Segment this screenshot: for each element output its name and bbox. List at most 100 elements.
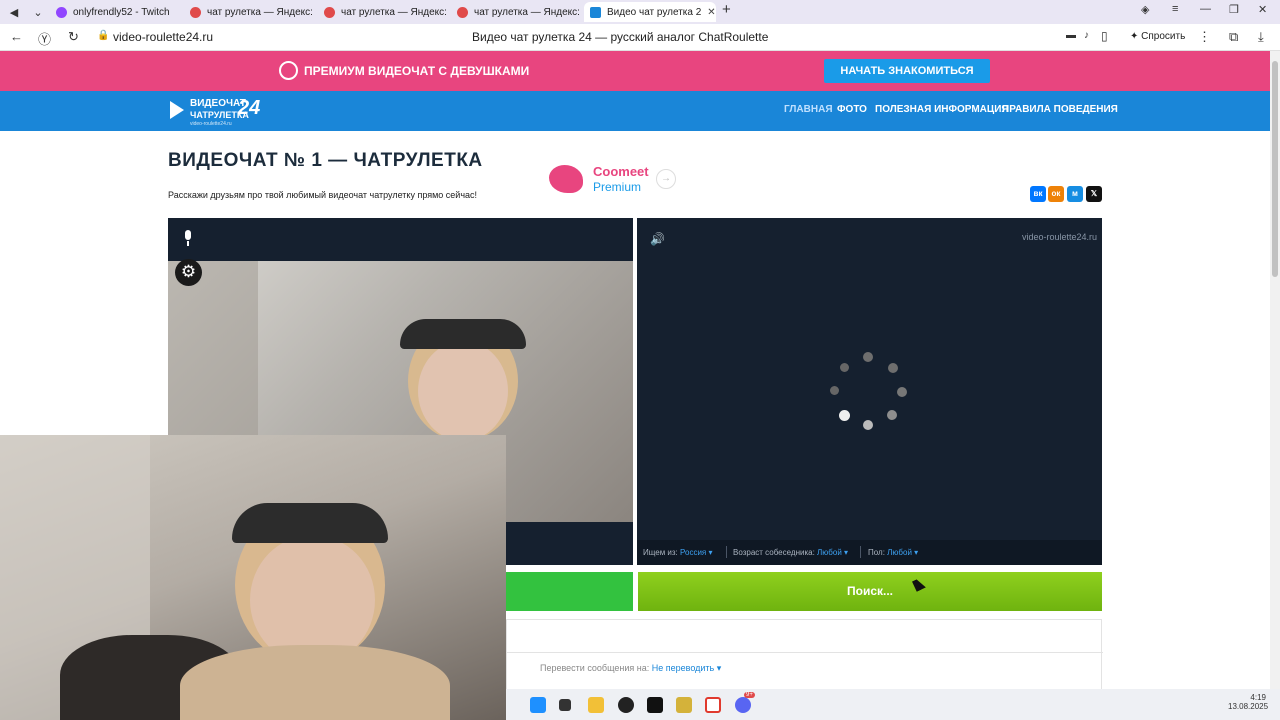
bookmark-icon[interactable]: ▯ xyxy=(1101,29,1108,43)
age-filter[interactable]: Возраст собеседника: Любой ▾ xyxy=(733,548,848,557)
clock-date: 13.08.2025 xyxy=(1228,702,1269,711)
yandex-icon xyxy=(190,6,201,18)
ask-button[interactable]: ✦ Спросить xyxy=(1130,31,1185,42)
share-text: Расскажи друзьям про твой любимый видеоч… xyxy=(168,190,478,200)
yandex-home-icon[interactable]: Ⓨ xyxy=(38,29,51,48)
task-view-icon[interactable] xyxy=(559,699,571,711)
scrollbar-thumb[interactable] xyxy=(1272,61,1278,277)
chevron-down-icon: ▾ xyxy=(714,663,722,673)
promo-banner: ПРЕМИУМ ВИДЕОЧАТ С ДЕВУШКАМИ НАЧАТЬ ЗНАК… xyxy=(0,51,1270,91)
tab-label: Видео чат рулетка 2 xyxy=(607,6,702,18)
divider xyxy=(860,546,861,558)
streamer-webcam-overlay xyxy=(0,435,506,720)
obs-icon[interactable] xyxy=(618,697,634,713)
yandex-icon xyxy=(324,6,335,18)
gender-label: Пол: xyxy=(868,548,885,557)
yandex-browser-icon[interactable] xyxy=(705,697,721,713)
shield-icon[interactable]: ◈ xyxy=(1141,3,1149,16)
vk-share-button[interactable]: вк xyxy=(1030,186,1046,202)
gender-value: Любой xyxy=(887,548,912,557)
back-icon[interactable]: ← xyxy=(10,29,23,44)
close-icon[interactable]: ✕ xyxy=(707,7,715,18)
country-label: Ищем из: xyxy=(643,548,678,557)
nav-item-info[interactable]: ПОЛЕЗНАЯ ИНФОРМАЦИЯ xyxy=(875,104,1009,115)
download-icon[interactable]: ⤓ xyxy=(1258,29,1264,45)
windows-start-icon[interactable] xyxy=(530,697,546,713)
chevron-down-icon[interactable]: ⌄ xyxy=(28,2,48,22)
ad-line2: Premium xyxy=(593,180,642,194)
divider xyxy=(726,546,727,558)
translate-label: Перевести сообщения на: xyxy=(540,663,650,673)
camera-icon[interactable]: ▬ xyxy=(1066,30,1076,41)
tab-yandex-2[interactable]: чат рулетка — Яндекс: на xyxy=(324,2,446,22)
page-heading: ВИДЕОЧАТ № 1 — ЧАТРУЛЕТКА xyxy=(168,150,483,171)
settings-gear-icon[interactable]: ⚙ xyxy=(175,259,202,286)
ask-label: Спросить xyxy=(1141,31,1186,42)
discord-icon[interactable] xyxy=(735,697,751,713)
menu-icon[interactable]: ≡ xyxy=(1172,3,1178,15)
yandex-icon xyxy=(457,6,468,18)
logo-number: 24 xyxy=(238,97,261,119)
tab-label: чат рулетка — Яндекс: на xyxy=(341,6,446,18)
lock-app-icon[interactable] xyxy=(676,697,692,713)
tab-yandex-1[interactable]: чат рулетка — Яндекс: на xyxy=(190,2,312,22)
file-explorer-icon[interactable] xyxy=(588,697,604,713)
logo-subtitle: video-roulette24.ru xyxy=(190,121,232,127)
coomeet-logo-icon xyxy=(549,165,583,193)
start-button[interactable] xyxy=(506,572,633,611)
nav-item-rules[interactable]: ПРАВИЛА ПОВЕДЕНИЯ xyxy=(1002,104,1118,115)
sidebar-icon[interactable]: ⧉ xyxy=(1229,29,1238,45)
app-icon[interactable] xyxy=(647,697,663,713)
page-title-bar: Видео чат рулетка 24 — русский аналог Ch… xyxy=(472,30,769,44)
tab-label: onlyfrendly52 - Twitch xyxy=(73,6,170,18)
ok-share-button[interactable]: ок xyxy=(1048,186,1064,202)
webcam-icon xyxy=(279,61,298,80)
mic-icon[interactable]: ♪ xyxy=(1084,30,1089,41)
site-nav: ВИДЕОЧАТ ЧАТРУЛЕТКА 24 video-roulette24.… xyxy=(0,91,1270,131)
start-dating-button[interactable]: НАЧАТЬ ЗНАКОМИТЬСЯ xyxy=(824,59,990,83)
chat-box[interactable] xyxy=(506,619,1103,689)
reload-icon[interactable]: ↻ xyxy=(68,29,79,45)
x-share-button[interactable]: 𝕏 xyxy=(1086,186,1102,202)
taskbar: 9+ xyxy=(506,689,1280,720)
site-icon xyxy=(590,6,601,18)
page-scrollbar[interactable] xyxy=(1270,51,1280,689)
tab-label: чат рулетка — Яндекс: на xyxy=(474,6,579,18)
play-icon xyxy=(170,101,184,119)
ad-line1: Coomeet xyxy=(593,164,649,179)
minimize-icon[interactable]: — xyxy=(1200,3,1211,15)
age-value: Любой xyxy=(817,548,842,557)
notification-badge: 9+ xyxy=(744,692,755,698)
nav-item-home[interactable]: ГЛАВНАЯ xyxy=(784,104,833,115)
tab-twitch[interactable]: onlyfrendly52 - Twitch xyxy=(56,2,176,22)
chevron-down-icon: ▾ xyxy=(706,548,713,557)
chevron-down-icon: ▾ xyxy=(841,548,849,557)
translate-setting[interactable]: Перевести сообщения на: Не переводить ▾ xyxy=(540,663,721,674)
url-field[interactable]: video-roulette24.ru xyxy=(113,30,213,44)
watermark: video-roulette24.ru xyxy=(1022,232,1098,242)
remote-video-panel xyxy=(637,218,1102,565)
chevron-down-icon: ▾ xyxy=(911,548,919,557)
mailru-share-button[interactable]: м xyxy=(1067,186,1083,202)
country-filter[interactable]: Ищем из: Россия ▾ xyxy=(643,548,713,557)
volume-icon[interactable]: 🔊 xyxy=(650,232,665,246)
clock-time: 4:19 xyxy=(1250,693,1266,702)
search-button[interactable]: Поиск... xyxy=(638,572,1102,611)
tab-yandex-3[interactable]: чат рулетка — Яндекс: на xyxy=(457,2,579,22)
translate-value: Не переводить xyxy=(651,663,715,673)
gender-filter[interactable]: Пол: Любой ▾ xyxy=(868,548,918,557)
tab-video-roulette[interactable]: Видео чат рулетка 2 ✕ xyxy=(584,2,716,22)
close-window-icon[interactable]: ✕ xyxy=(1258,3,1267,16)
restore-icon[interactable]: ❐ xyxy=(1229,3,1239,16)
age-label: Возраст собеседника: xyxy=(733,548,815,557)
more-icon[interactable]: ⋮ xyxy=(1198,29,1211,45)
microphone-icon[interactable] xyxy=(183,230,193,246)
lock-icon: 🔒 xyxy=(97,30,110,41)
system-clock[interactable]: 4:19 13.08.2025 xyxy=(1228,693,1269,711)
tab-label: чат рулетка — Яндекс: на xyxy=(207,6,312,18)
new-tab-icon[interactable]: + xyxy=(722,1,731,18)
speaker-icon[interactable]: ◀ xyxy=(4,2,24,22)
arrow-right-icon[interactable]: → xyxy=(656,169,676,189)
promo-text: ПРЕМИУМ ВИДЕОЧАТ С ДЕВУШКАМИ xyxy=(304,64,530,78)
nav-item-photo[interactable]: ФОТО xyxy=(837,104,867,115)
